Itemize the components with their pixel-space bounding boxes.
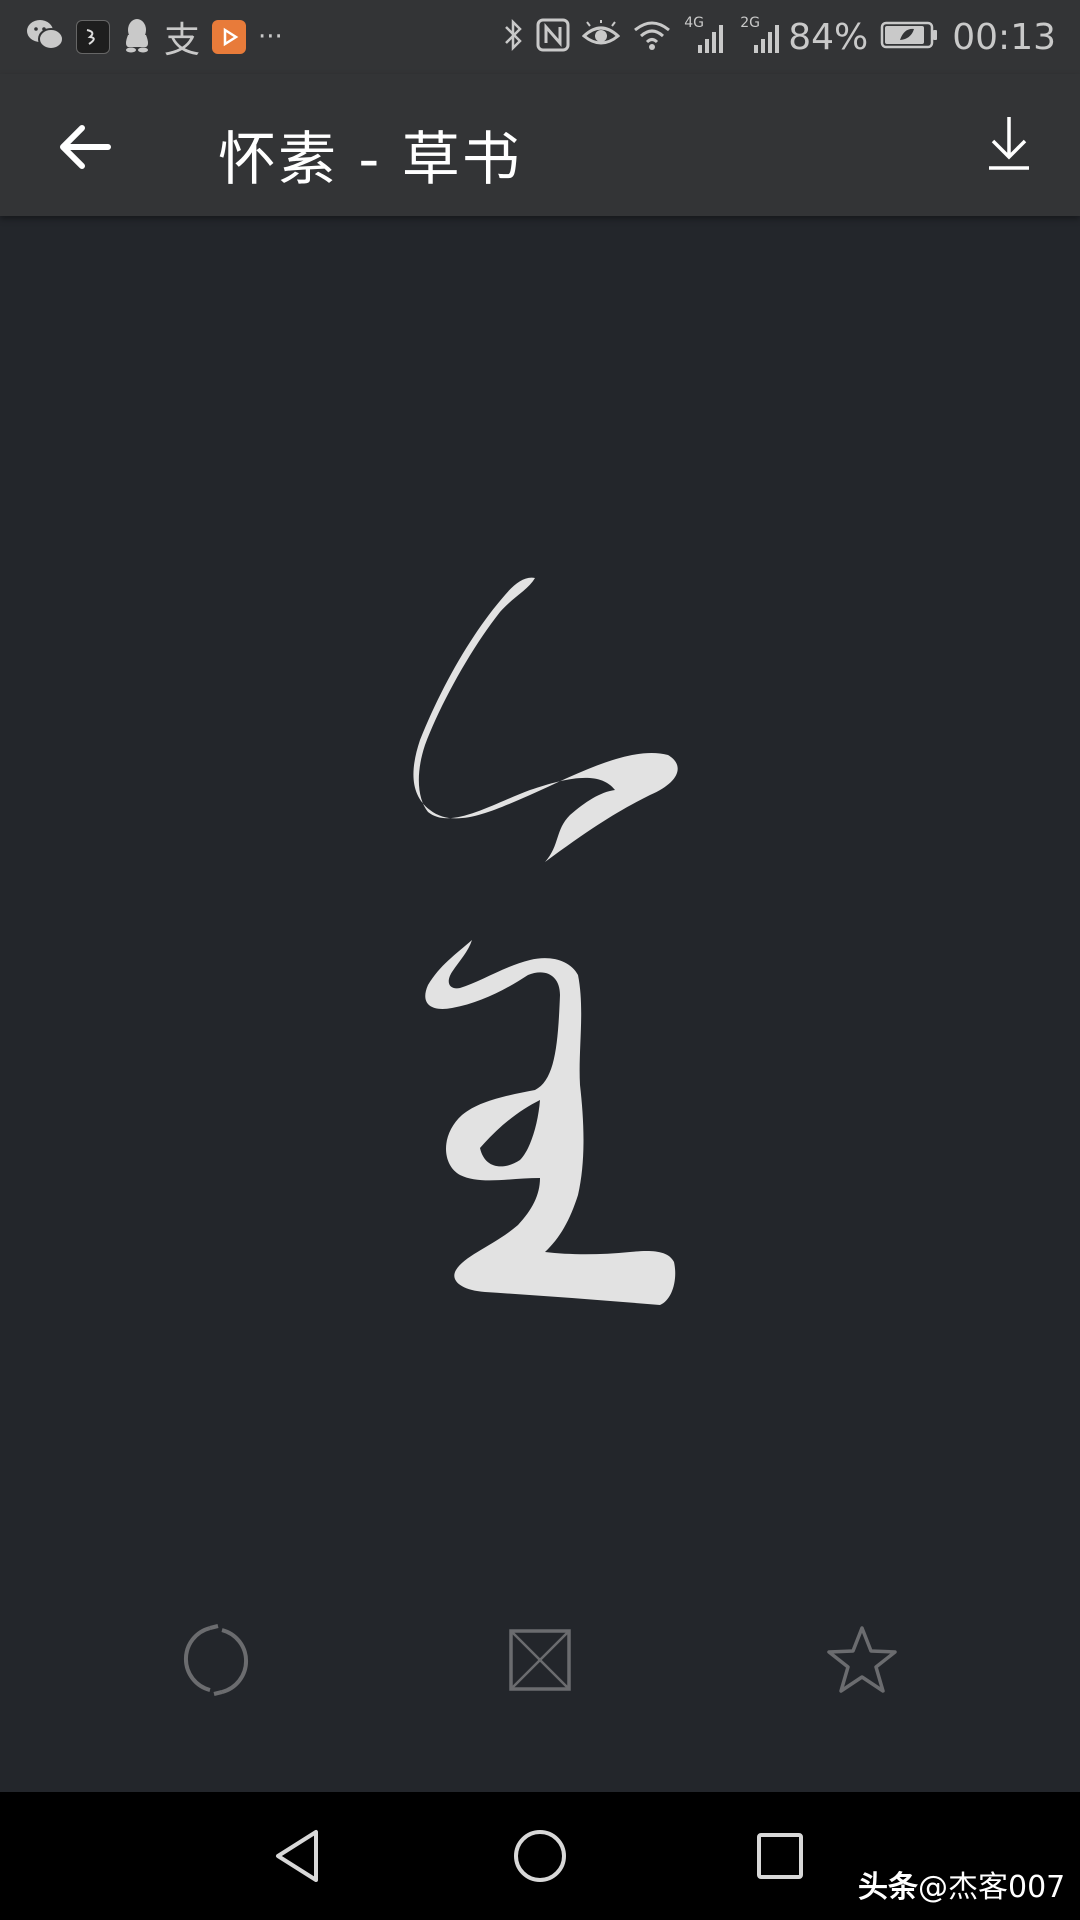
home-circle-icon bbox=[514, 1830, 566, 1882]
page-title: 怀素 - 草书 bbox=[218, 125, 522, 193]
more-icon: ··· bbox=[258, 22, 283, 52]
wechat-icon bbox=[26, 18, 64, 56]
grid-button[interactable] bbox=[500, 1620, 580, 1700]
app-bar: 怀素 - 草书 bbox=[0, 74, 1080, 216]
app-icon bbox=[76, 20, 110, 54]
video-icon bbox=[212, 20, 247, 54]
watermark: 头条@杰客007 bbox=[858, 1862, 1065, 1906]
back-button[interactable] bbox=[52, 114, 118, 180]
notification-icons: 支 ··· bbox=[26, 11, 295, 63]
calligraphy-viewer[interactable] bbox=[0, 216, 1080, 1556]
eye-comfort-icon bbox=[581, 19, 621, 54]
network-4g-label: 4G bbox=[684, 15, 704, 31]
wifi-icon bbox=[632, 18, 672, 56]
signal-2g: 2G bbox=[740, 15, 784, 55]
battery-icon bbox=[880, 20, 940, 54]
calligraphy-character-image bbox=[413, 577, 678, 1305]
screen: 支 ··· 4G 2G 84% 00:13 怀素 - 草书 头条@杰客007 bbox=[0, 0, 1080, 1920]
signal-4g: 4G bbox=[684, 15, 728, 55]
network-2g-label: 2G bbox=[740, 15, 760, 31]
nav-recents-button[interactable] bbox=[750, 1826, 810, 1886]
download-button[interactable] bbox=[978, 110, 1040, 176]
recents-square-icon bbox=[757, 1833, 803, 1879]
system-icons: 4G 2G 84% 00:13 bbox=[490, 15, 1056, 58]
nfc-icon bbox=[536, 18, 570, 56]
watermark-brand: 头条 bbox=[858, 1870, 918, 1905]
star-icon bbox=[827, 1626, 897, 1693]
back-triangle-icon bbox=[276, 1830, 318, 1882]
nav-home-button[interactable] bbox=[510, 1826, 570, 1886]
watermark-handle: @杰客007 bbox=[918, 1870, 1066, 1905]
refresh-icon bbox=[183, 1624, 249, 1696]
nav-back-button[interactable] bbox=[268, 1826, 328, 1886]
favorite-button[interactable] bbox=[822, 1620, 902, 1700]
alipay-icon: 支 bbox=[164, 20, 201, 61]
bluetooth-icon bbox=[502, 17, 524, 57]
refresh-button[interactable] bbox=[176, 1620, 256, 1700]
status-bar: 支 ··· 4G 2G 84% 00:13 bbox=[0, 0, 1080, 74]
arrow-left-icon bbox=[60, 125, 111, 169]
download-icon bbox=[989, 117, 1029, 170]
qq-icon bbox=[122, 17, 152, 57]
battery-percent: 84% bbox=[788, 16, 869, 58]
grid-icon bbox=[509, 1629, 571, 1691]
clock: 00:13 bbox=[952, 16, 1056, 58]
